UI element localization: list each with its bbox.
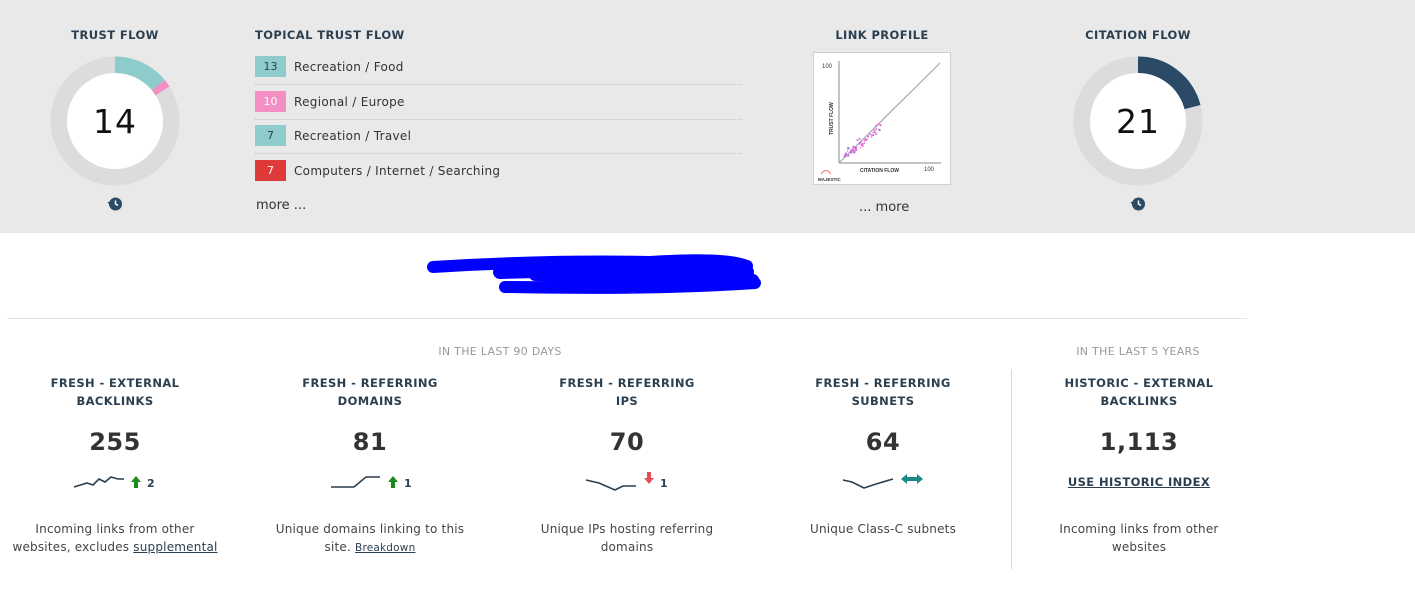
- stat-value: 255: [89, 428, 141, 456]
- link-profile-x-label: CITATION FLOW: [860, 168, 899, 174]
- topic-label: Computers / Internet / Searching: [294, 164, 501, 178]
- link-profile-point: [846, 150, 849, 152]
- topic-row[interactable]: 10 Regional / Europe: [255, 86, 742, 120]
- stat-change: 1: [404, 477, 412, 490]
- stat-trend: 2: [0, 470, 235, 498]
- topic-score-badge: 7: [255, 160, 286, 181]
- stat-title: FRESH - REFERRING SUBNETS: [815, 376, 951, 408]
- link-profile-y-label: TRUST FLOW: [829, 102, 835, 135]
- supplemental-link[interactable]: supplemental: [133, 540, 217, 554]
- link-profile-point: [859, 146, 862, 149]
- stat-description: Incoming links from other websites, excl…: [12, 522, 218, 554]
- trust-flow-value: 14: [93, 101, 137, 141]
- majestic-logo-icon: [820, 170, 832, 175]
- stat-trend: [763, 470, 1003, 498]
- link-profile-point: [852, 145, 855, 149]
- stat-title: FRESH - EXTERNAL BACKLINKS: [50, 376, 180, 408]
- link-profile-point: [850, 149, 852, 151]
- link-profile-point: [875, 132, 877, 135]
- link-profile-x-max: 100: [924, 167, 935, 173]
- stat-trend: 1: [250, 470, 490, 498]
- stat-title: FRESH - REFERRING IPS: [559, 376, 695, 408]
- arrow-up-icon: [131, 476, 141, 488]
- sparkline-icon: [331, 476, 380, 488]
- arrow-up-icon: [388, 476, 398, 488]
- link-profile-point: [875, 127, 878, 130]
- topic-row[interactable]: 7 Recreation / Travel: [255, 120, 742, 154]
- majestic-logo-text: MAJESTIC: [818, 177, 842, 182]
- sparkline-icon: [842, 478, 894, 489]
- stat-description: Unique domains linking to this site. Bre…: [275, 522, 465, 554]
- topic-score-badge: 10: [255, 91, 286, 112]
- link-profile-point: [858, 137, 861, 140]
- link-profile-point: [872, 131, 874, 134]
- stat-description: Unique IPs hosting referring domains: [540, 522, 714, 554]
- link-profile-more-link[interactable]: ... more: [859, 200, 909, 215]
- link-profile-point: [870, 136, 873, 138]
- stat-value: 81: [352, 428, 388, 456]
- stat-change: 2: [147, 477, 155, 490]
- topic-label: Recreation / Travel: [294, 129, 412, 143]
- stat-description: Unique Class-C subnets: [809, 522, 957, 536]
- trust-flow-history-icon[interactable]: [106, 195, 124, 213]
- topic-score-badge: 13: [255, 56, 286, 77]
- link-profile-point: [849, 151, 853, 154]
- link-profile-point: [863, 142, 866, 145]
- stat-description: Incoming links from other websites: [1059, 522, 1219, 554]
- citation-flow-donut[interactable]: 21: [1073, 56, 1203, 186]
- topic-score-badge: 7: [255, 125, 286, 146]
- use-historic-index-link[interactable]: USE HISTORIC INDEX: [1019, 475, 1259, 489]
- trust-flow-title: TRUST FLOW: [71, 28, 159, 42]
- recent-period-label: IN THE LAST 90 DAYS: [438, 345, 562, 358]
- stat-value: 1,113: [1099, 428, 1179, 456]
- trust-flow-donut[interactable]: 14: [50, 56, 180, 186]
- citation-flow-value: 21: [1116, 101, 1160, 141]
- link-profile-point: [863, 139, 866, 142]
- top-metrics-panel: TRUST FLOW 14 TOPICAL TRUST FLOW 13 Recr…: [0, 0, 1415, 233]
- sparkline-icon: [73, 476, 124, 488]
- link-profile-point: [847, 146, 850, 150]
- topic-label: Recreation / Food: [294, 60, 404, 74]
- link-profile-point: [856, 139, 859, 141]
- topical-trust-flow-title: TOPICAL TRUST FLOW: [255, 28, 405, 42]
- topic-row[interactable]: 7 Computers / Internet / Searching: [255, 155, 742, 189]
- citation-flow-title: CITATION FLOW: [1085, 28, 1191, 42]
- link-profile-chart[interactable]: 100 100 TRUST FLOW CITATION FLOW MAJESTI…: [813, 52, 951, 185]
- stat-value: 70: [609, 428, 645, 456]
- sparkline-icon: [585, 479, 636, 491]
- stat-trend: 1: [507, 470, 747, 498]
- stat-title: FRESH - REFERRING DOMAINS: [302, 376, 438, 408]
- link-profile-point: [844, 154, 847, 157]
- link-profile-point: [854, 147, 858, 151]
- link-profile-point: [869, 133, 872, 136]
- link-profile-point: [861, 143, 864, 146]
- historic-divider: [1011, 369, 1012, 569]
- link-profile-point: [877, 123, 880, 126]
- arrow-down-icon: [644, 472, 654, 484]
- topic-label: Regional / Europe: [294, 95, 405, 109]
- stat-value: 64: [865, 428, 901, 456]
- topical-more-link[interactable]: more ...: [256, 198, 306, 213]
- section-divider: [7, 318, 1247, 319]
- link-profile-point: [859, 141, 861, 144]
- breakdown-link[interactable]: Breakdown: [355, 542, 415, 554]
- citation-flow-history-icon[interactable]: [1129, 195, 1147, 213]
- redaction-scribble: [427, 254, 761, 294]
- topic-row[interactable]: 13 Recreation / Food: [255, 51, 742, 85]
- link-profile-scatter: 100 100 TRUST FLOW CITATION FLOW MAJESTI…: [818, 61, 941, 182]
- link-profile-y-max: 100: [822, 64, 833, 70]
- stat-title: HISTORIC - EXTERNAL BACKLINKS: [1064, 376, 1214, 408]
- link-profile-point: [879, 124, 882, 127]
- link-profile-point: [847, 155, 849, 157]
- arrow-left-right-icon: [901, 474, 923, 484]
- link-profile-title: LINK PROFILE: [835, 28, 929, 42]
- stat-change: 1: [660, 477, 668, 490]
- link-profile-point: [875, 125, 877, 128]
- link-profile-point: [873, 129, 876, 132]
- link-profile-point: [878, 128, 880, 130]
- historic-period-label: IN THE LAST 5 YEARS: [1076, 345, 1200, 358]
- link-profile-point: [852, 149, 855, 152]
- link-profile-point: [867, 135, 870, 138]
